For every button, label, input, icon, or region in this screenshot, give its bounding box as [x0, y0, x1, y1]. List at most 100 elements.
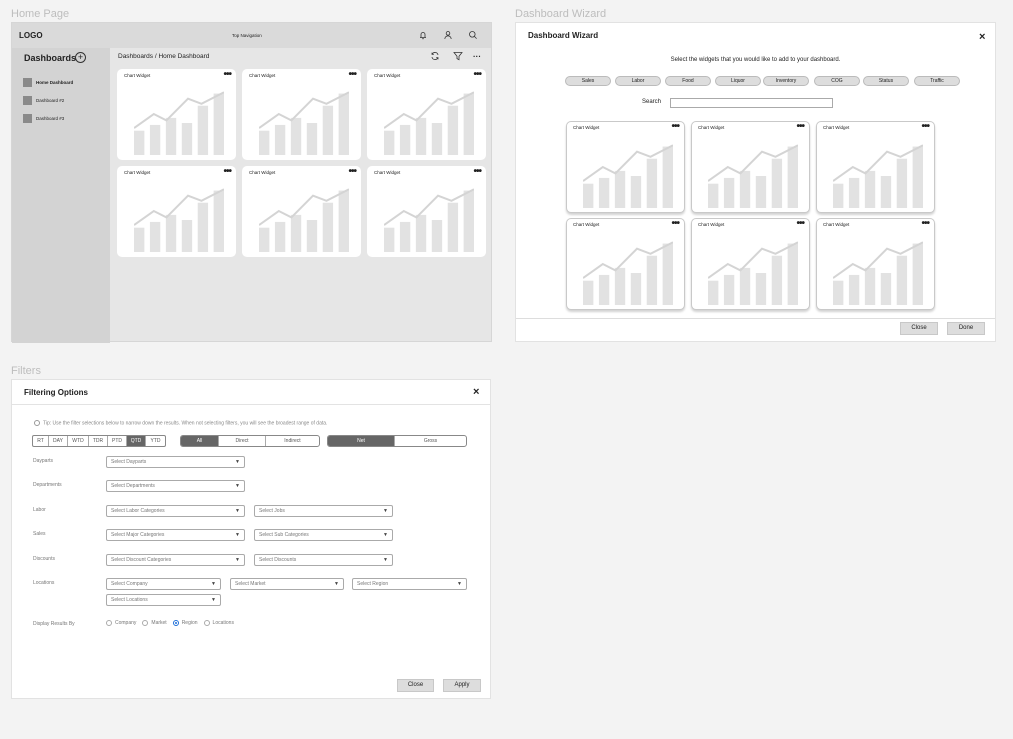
- chart-widget-card[interactable]: Chart Widget •••: [566, 218, 685, 310]
- dayparts-select[interactable]: Select Dayparts ▼: [106, 456, 245, 468]
- type-option[interactable]: All: [181, 436, 219, 446]
- select-placeholder: Select Labor Categories: [111, 508, 165, 514]
- add-dashboard-icon[interactable]: +: [75, 52, 86, 63]
- chevron-down-icon: ▼: [383, 557, 388, 563]
- more-options-icon[interactable]: •••: [473, 166, 481, 177]
- chart-widget-card[interactable]: Chart Widget •••: [691, 218, 810, 310]
- category-pill[interactable]: Sales: [565, 76, 611, 86]
- net-option[interactable]: Net: [328, 436, 395, 446]
- type-option[interactable]: Direct: [219, 436, 266, 446]
- more-options-icon[interactable]: •••: [348, 166, 356, 177]
- labor-categories-select[interactable]: Select Labor Categories ▼: [106, 505, 245, 517]
- dialog-subtitle: Select the widgets that you would like t…: [670, 57, 841, 63]
- period-option[interactable]: TDR: [89, 436, 108, 446]
- more-options-icon[interactable]: •••: [223, 69, 231, 80]
- jobs-select[interactable]: Select Jobs ▼: [254, 505, 393, 517]
- type-segmented-control: All Direct Indirect: [180, 435, 320, 447]
- sidebar-item-dashboard-2[interactable]: Dashboard #2: [23, 95, 64, 105]
- label-labor: Labor: [33, 507, 46, 513]
- refresh-icon[interactable]: [429, 50, 441, 62]
- chart-widget-card[interactable]: Chart Widget •••: [117, 166, 236, 257]
- close-icon[interactable]: ×: [979, 32, 985, 43]
- close-icon[interactable]: ×: [473, 387, 479, 398]
- market-select[interactable]: Select Market ▼: [230, 578, 344, 590]
- select-placeholder: Select Major Categories: [111, 532, 165, 538]
- logo[interactable]: LOGO: [19, 31, 43, 40]
- chart-widget-card[interactable]: Chart Widget •••: [242, 166, 361, 257]
- chevron-down-icon: ▼: [235, 483, 240, 489]
- dashboard-wizard-dialog: Dashboard Wizard × Select the widgets th…: [515, 22, 996, 342]
- select-placeholder: Select Dayparts: [111, 459, 147, 465]
- close-button[interactable]: Close: [397, 679, 434, 692]
- radio-company[interactable]: [106, 620, 112, 626]
- company-select[interactable]: Select Company ▼: [106, 578, 221, 590]
- sidebar-item-home-dashboard[interactable]: Home Dashboard: [23, 77, 73, 87]
- chart-widget-card[interactable]: Chart Widget •••: [242, 69, 361, 160]
- more-options-icon[interactable]: •••: [921, 121, 929, 132]
- departments-select[interactable]: Select Departments ▼: [106, 480, 245, 492]
- filter-icon[interactable]: [452, 50, 464, 62]
- sidebar-item-dashboard-3[interactable]: Dashboard #3: [23, 113, 64, 123]
- more-options-icon[interactable]: •••: [796, 218, 804, 229]
- discounts-select[interactable]: Select Discounts ▼: [254, 554, 393, 566]
- label-locations: Locations: [33, 580, 55, 586]
- locations-select[interactable]: Select Locations ▼: [106, 594, 221, 606]
- period-option[interactable]: YTD: [146, 436, 165, 446]
- period-option[interactable]: DAY: [49, 436, 68, 446]
- radio-label: Region: [181, 620, 198, 626]
- more-options-icon[interactable]: •••: [671, 121, 679, 132]
- more-options-icon[interactable]: •••: [671, 218, 679, 229]
- period-segmented-control: RT DAY WTD TDR PTD QTD YTD: [32, 435, 166, 447]
- major-categories-select[interactable]: Select Major Categories ▼: [106, 529, 245, 541]
- category-pill[interactable]: Status: [863, 76, 909, 86]
- more-options-icon[interactable]: ···: [471, 50, 483, 62]
- period-option[interactable]: RT: [33, 436, 49, 446]
- discount-categories-select[interactable]: Select Discount Categories ▼: [106, 554, 245, 566]
- radio-market[interactable]: [142, 620, 149, 626]
- period-option[interactable]: WTD: [68, 436, 89, 446]
- chart-placeholder-icon: [134, 188, 224, 252]
- chart-widget-card[interactable]: Chart Widget •••: [566, 121, 685, 213]
- period-option[interactable]: PTD: [108, 436, 127, 446]
- chevron-down-icon: ▼: [235, 557, 240, 563]
- chart-widget-card[interactable]: Chart Widget •••: [117, 69, 236, 160]
- chart-placeholder-icon: [583, 144, 673, 208]
- more-options-icon[interactable]: •••: [223, 166, 231, 177]
- done-button[interactable]: Done: [947, 322, 985, 335]
- user-icon[interactable]: [442, 29, 454, 41]
- period-option[interactable]: QTD: [127, 436, 146, 446]
- radio-label: Market: [151, 620, 167, 626]
- bell-icon[interactable]: [417, 29, 429, 41]
- chart-placeholder-icon: [384, 91, 474, 155]
- category-pill[interactable]: COG: [814, 76, 860, 86]
- apply-button[interactable]: Apply: [443, 679, 481, 692]
- category-pill[interactable]: Labor: [615, 76, 661, 86]
- category-pill[interactable]: Traffic: [914, 76, 960, 86]
- region-select[interactable]: Select Region ▼: [352, 578, 467, 590]
- search-icon[interactable]: [467, 29, 479, 41]
- chart-widget-card[interactable]: Chart Widget •••: [816, 121, 935, 213]
- widget-title: Chart Widget: [374, 73, 401, 78]
- sub-categories-select[interactable]: Select Sub Categories ▼: [254, 529, 393, 541]
- chart-widget-card[interactable]: Chart Widget •••: [367, 69, 486, 160]
- radio-locations[interactable]: [203, 620, 210, 626]
- select-placeholder: Select Sub Categories: [259, 532, 309, 538]
- more-options-icon[interactable]: •••: [796, 121, 804, 132]
- search-input[interactable]: [670, 98, 833, 108]
- more-options-icon[interactable]: •••: [473, 69, 481, 80]
- label-sales: Sales: [33, 531, 46, 537]
- frame-label-filters: Filters: [11, 365, 41, 377]
- more-options-icon[interactable]: •••: [348, 69, 356, 80]
- close-button[interactable]: Close: [900, 322, 938, 335]
- chart-widget-card[interactable]: Chart Widget •••: [691, 121, 810, 213]
- chart-widget-card[interactable]: Chart Widget •••: [816, 218, 935, 310]
- category-pill[interactable]: Liquor: [715, 76, 761, 86]
- radio-label: Locations: [212, 620, 234, 626]
- type-option[interactable]: Indirect: [266, 436, 319, 446]
- more-options-icon[interactable]: •••: [921, 218, 929, 229]
- chart-widget-card[interactable]: Chart Widget •••: [367, 166, 486, 257]
- category-pill[interactable]: Food: [665, 76, 711, 86]
- category-pill[interactable]: Inventory: [763, 76, 809, 86]
- radio-region[interactable]: [172, 620, 179, 626]
- gross-option[interactable]: Gross: [395, 436, 466, 446]
